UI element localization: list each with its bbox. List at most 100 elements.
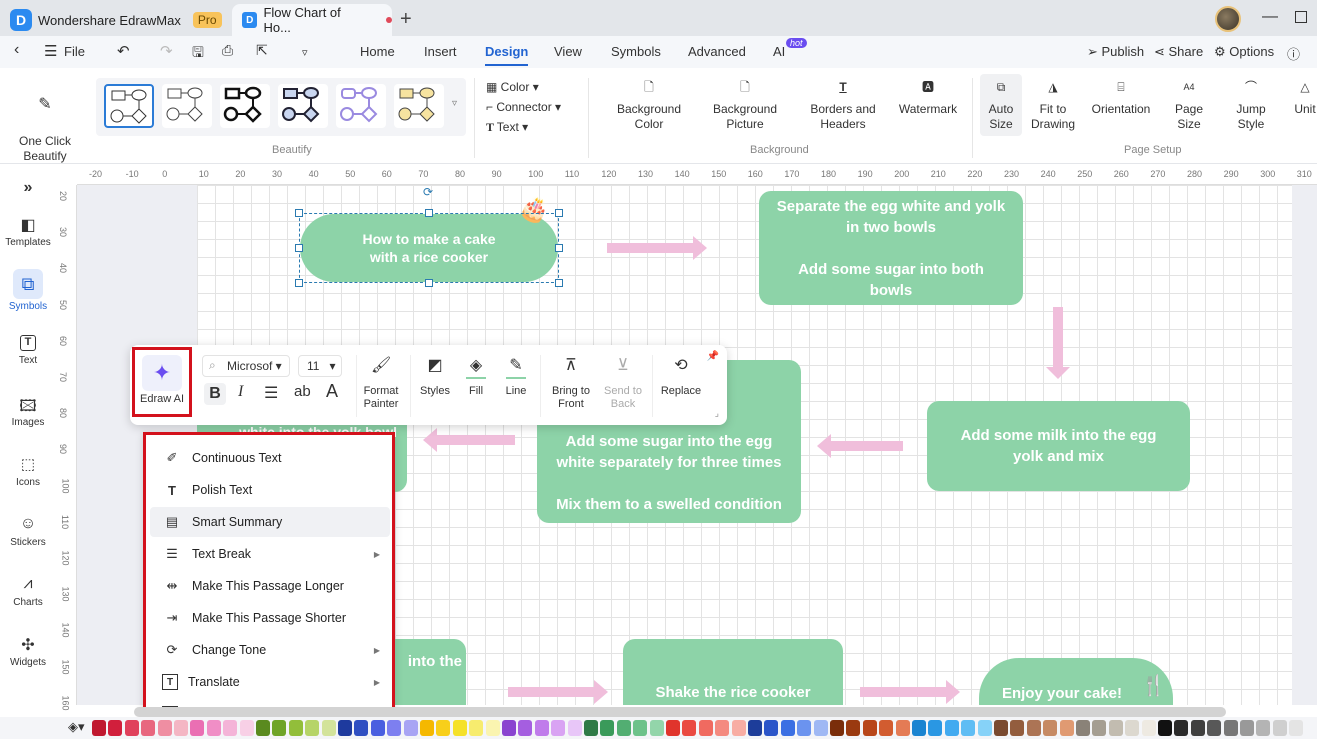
- file-menu[interactable]: File: [64, 44, 85, 59]
- color-swatch[interactable]: [1240, 720, 1254, 736]
- resize-handle[interactable]: [425, 279, 433, 287]
- document-tab[interactable]: D Flow Chart of Ho...: [232, 4, 392, 36]
- flowchart-step-6[interactable]: Shake the rice cooker: [623, 639, 843, 705]
- tab-home[interactable]: Home: [360, 44, 395, 59]
- color-swatch[interactable]: [485, 720, 500, 736]
- borders-headers-button[interactable]: T Borders and Headers: [800, 80, 886, 132]
- color-swatch[interactable]: [1272, 720, 1287, 736]
- color-swatch[interactable]: [567, 720, 582, 736]
- color-swatch[interactable]: [305, 720, 320, 736]
- gallery-more-icon[interactable]: ▿: [452, 98, 457, 109]
- color-swatch[interactable]: [518, 720, 533, 736]
- flowchart-step-2[interactable]: Add some milk into the egg yolk and mix: [927, 401, 1190, 491]
- color-swatch[interactable]: [912, 720, 926, 736]
- publish-button[interactable]: ➢ Publish: [1087, 44, 1144, 60]
- color-swatch[interactable]: [288, 720, 303, 736]
- color-swatch[interactable]: [731, 720, 746, 736]
- resize-handle[interactable]: [295, 244, 303, 252]
- rotate-handle-icon[interactable]: ⟳: [423, 185, 433, 199]
- style-preset-1[interactable]: [104, 84, 154, 128]
- color-swatch[interactable]: [1174, 720, 1189, 736]
- expand-sidebar-icon[interactable]: »: [0, 179, 56, 197]
- page-size-button[interactable]: A4 Page Size: [1168, 80, 1210, 132]
- color-swatch[interactable]: [1289, 720, 1304, 736]
- horizontal-scrollbar[interactable]: [134, 707, 1226, 717]
- send-to-back-button[interactable]: ⊻ Send to Back: [598, 358, 648, 411]
- menu-item-translate[interactable]: T Translate ▶: [150, 667, 390, 697]
- fill-bucket-dropdown-icon[interactable]: ◈▾: [68, 719, 85, 735]
- color-swatch[interactable]: [1026, 720, 1041, 736]
- color-dropdown[interactable]: ▦ Color ▾: [486, 80, 539, 94]
- color-swatch[interactable]: [830, 720, 844, 736]
- style-preset-2[interactable]: [162, 84, 212, 128]
- text-dropdown[interactable]: T Text ▾: [486, 120, 528, 135]
- color-swatch[interactable]: [157, 720, 172, 736]
- menu-item-change-tone[interactable]: ⟳ Change Tone ▶: [150, 635, 390, 665]
- color-swatch[interactable]: [272, 720, 287, 736]
- color-swatch[interactable]: [1190, 720, 1205, 736]
- color-swatch[interactable]: [879, 720, 894, 736]
- minimize-icon[interactable]: —: [1262, 8, 1278, 26]
- color-swatch[interactable]: [649, 720, 664, 736]
- styles-button[interactable]: ◩ Styles: [416, 358, 454, 398]
- color-swatch[interactable]: [748, 720, 762, 736]
- color-swatch[interactable]: [1108, 720, 1123, 736]
- replace-button[interactable]: ⟲ Replace: [658, 358, 704, 398]
- color-swatch[interactable]: [239, 720, 254, 736]
- save-icon[interactable]: 🖫: [192, 42, 204, 66]
- font-size-select[interactable]: 11 ▾: [298, 355, 342, 377]
- color-swatch[interactable]: [502, 720, 516, 736]
- color-swatch[interactable]: [124, 720, 139, 736]
- color-swatch[interactable]: [666, 720, 680, 736]
- color-swatch[interactable]: [452, 720, 467, 736]
- font-family-select[interactable]: ⌕ Microsof ▾: [202, 355, 290, 377]
- color-swatch[interactable]: [321, 720, 336, 736]
- color-swatch[interactable]: [846, 720, 861, 736]
- unit-button[interactable]: △ Unit: [1288, 80, 1317, 117]
- color-swatch[interactable]: [534, 720, 549, 736]
- color-swatch[interactable]: [1141, 720, 1156, 736]
- resize-handle[interactable]: [425, 209, 433, 217]
- hamburger-icon[interactable]: ☰: [44, 42, 57, 60]
- color-swatch[interactable]: [682, 720, 697, 736]
- color-swatch[interactable]: [256, 720, 270, 736]
- sidebar-item-symbols[interactable]: ⧉ Symbols: [0, 269, 56, 312]
- color-swatch[interactable]: [780, 720, 795, 736]
- color-swatch[interactable]: [1010, 720, 1025, 736]
- color-swatch[interactable]: [223, 720, 238, 736]
- one-click-beautify-button[interactable]: ✎ One Click Beautify: [12, 82, 78, 164]
- color-swatch[interactable]: [1076, 720, 1090, 736]
- orientation-button[interactable]: ⌸ Orientation: [1086, 80, 1156, 117]
- color-swatch[interactable]: [895, 720, 910, 736]
- new-tab-plus-icon[interactable]: +: [400, 8, 412, 31]
- color-swatch[interactable]: [764, 720, 779, 736]
- style-preset-4[interactable]: [278, 84, 328, 128]
- style-preset-5[interactable]: [336, 84, 386, 128]
- help-icon[interactable]: ⓘ: [1287, 44, 1300, 63]
- auto-size-button[interactable]: ⧉ Auto Size: [980, 74, 1022, 136]
- color-swatch[interactable]: [1059, 720, 1074, 736]
- restore-window-icon[interactable]: [1295, 11, 1307, 23]
- color-swatch[interactable]: [108, 720, 123, 736]
- quick-access-more-icon[interactable]: ▿: [302, 46, 308, 59]
- color-swatch[interactable]: [616, 720, 631, 736]
- color-swatch[interactable]: [797, 720, 812, 736]
- export-icon[interactable]: ⇱: [256, 42, 268, 59]
- resize-handle[interactable]: [555, 209, 563, 217]
- color-swatch[interactable]: [387, 720, 402, 736]
- style-preset-6[interactable]: [394, 84, 444, 128]
- connector-dropdown[interactable]: ⌐ Connector ▾: [486, 100, 561, 114]
- line-button[interactable]: ✎ Line: [500, 358, 532, 398]
- color-swatch[interactable]: [1043, 720, 1058, 736]
- color-swatch[interactable]: [1158, 720, 1172, 736]
- sidebar-item-icons[interactable]: ⬚ Icons: [0, 455, 56, 488]
- fill-button[interactable]: ◈ Fill: [460, 358, 492, 398]
- color-swatch[interactable]: [551, 720, 566, 736]
- color-swatch[interactable]: [994, 720, 1008, 736]
- sidebar-item-charts[interactable]: ⩘ Charts: [0, 575, 56, 608]
- style-preset-3[interactable]: [220, 84, 270, 128]
- jump-style-button[interactable]: ⌒ Jump Style: [1228, 80, 1274, 132]
- resize-handle[interactable]: [295, 209, 303, 217]
- color-swatch[interactable]: [141, 720, 156, 736]
- align-button[interactable]: ☰: [264, 383, 278, 403]
